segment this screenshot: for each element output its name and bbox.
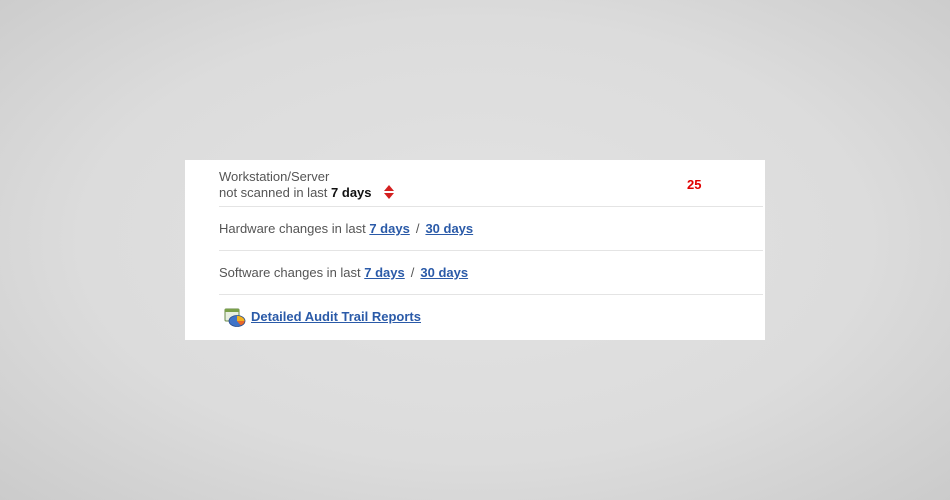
separator: /: [410, 265, 415, 280]
period-value: 7 days: [331, 185, 372, 200]
not-scanned-count[interactable]: 25: [687, 177, 701, 192]
software-30-days-link[interactable]: 30 days: [420, 265, 468, 280]
hardware-30-days-link[interactable]: 30 days: [425, 221, 473, 236]
not-scanned-row: Workstation/Server not scanned in last 7…: [219, 169, 763, 207]
audit-summary-panel: Workstation/Server not scanned in last 7…: [185, 160, 765, 340]
hardware-7-days-link[interactable]: 7 days: [369, 221, 409, 236]
not-scanned-prefix: not scanned in last: [219, 185, 328, 200]
detailed-audit-trail-reports-link[interactable]: Detailed Audit Trail Reports: [251, 309, 421, 324]
hardware-changes-label: Hardware changes in last 7 days / 30 days: [219, 221, 473, 236]
report-chart-icon[interactable]: [224, 308, 246, 328]
device-type-label: Workstation/Server: [219, 169, 330, 184]
software-changes-row: Software changes in last 7 days / 30 days: [219, 251, 763, 295]
software-changes-prefix: Software changes in last: [219, 265, 361, 280]
audit-reports-row: Detailed Audit Trail Reports: [219, 295, 763, 339]
sort-up-down-icon[interactable]: [384, 185, 395, 199]
not-scanned-label: not scanned in last 7 days: [219, 185, 395, 200]
software-changes-label: Software changes in last 7 days / 30 days: [219, 265, 468, 280]
hardware-changes-row: Hardware changes in last 7 days / 30 days: [219, 207, 763, 251]
software-7-days-link[interactable]: 7 days: [364, 265, 404, 280]
separator: /: [415, 221, 420, 236]
hardware-changes-prefix: Hardware changes in last: [219, 221, 366, 236]
